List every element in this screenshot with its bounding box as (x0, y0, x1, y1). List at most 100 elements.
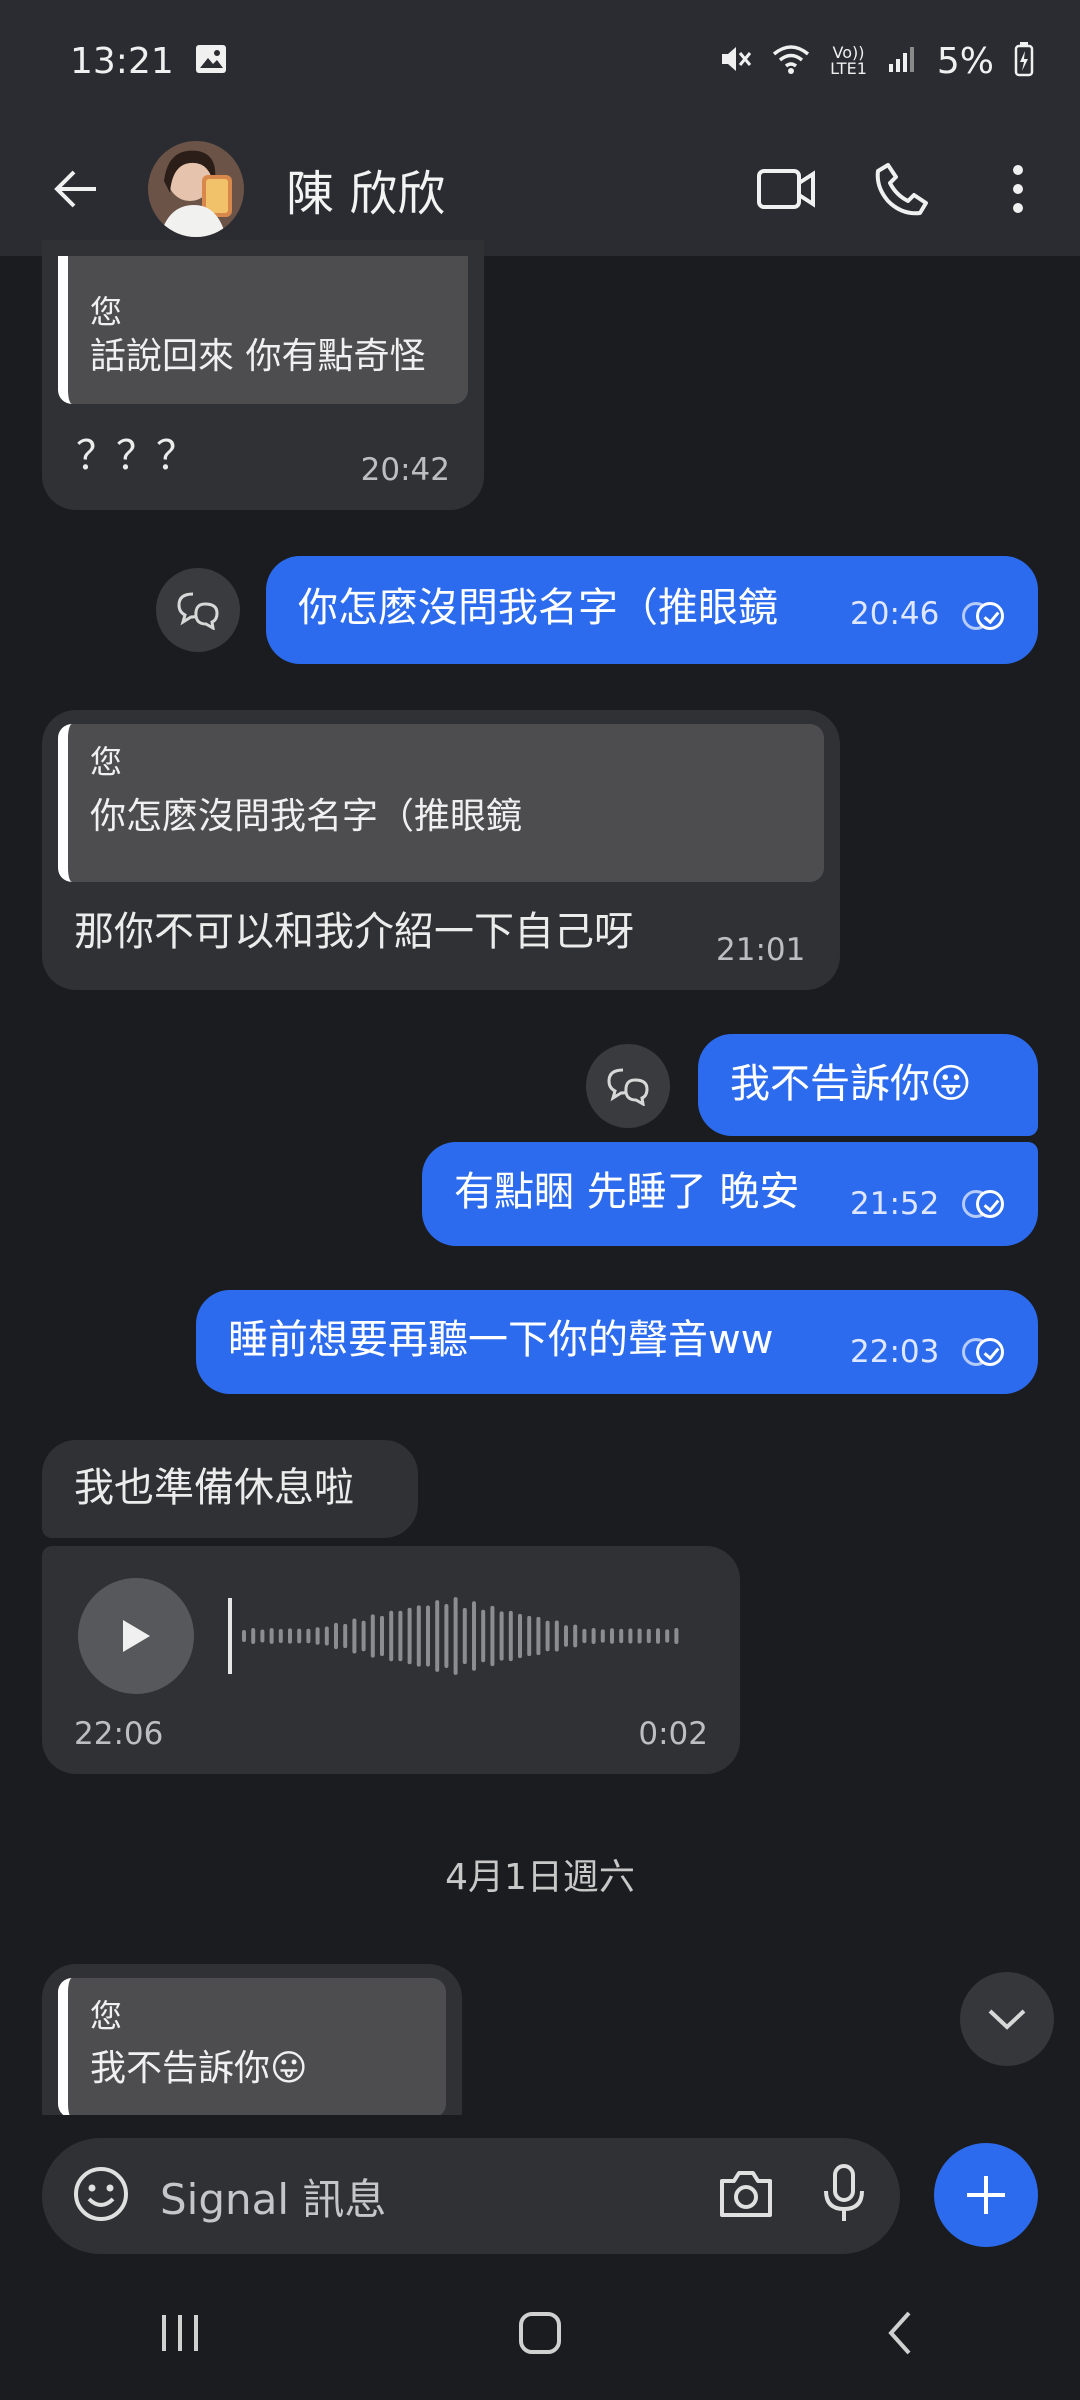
message-incoming[interactable]: 我也準備休息啦 (42, 1440, 418, 1538)
waveform-bar (600, 1629, 605, 1643)
waveform-bar (416, 1605, 421, 1667)
waveform-bar (269, 1628, 274, 1644)
mute-icon (718, 42, 752, 80)
contact-name[interactable]: 陳 欣欣 (286, 154, 748, 224)
waveform-bar (407, 1607, 412, 1665)
date-separator: 4月1日週六 (445, 1857, 635, 1898)
quote-text: 話說回來 你有點奇怪 (90, 336, 426, 377)
waveform-bar (536, 1616, 541, 1656)
signal-icon (887, 44, 917, 78)
read-receipt-icon (962, 600, 1008, 632)
waveform-bar (343, 1623, 348, 1649)
clip-region: 您 我不告訴你😛 (0, 1900, 1080, 2115)
waveform-bar (315, 1627, 320, 1645)
quoted-message[interactable]: 您 話說回來 你有點奇怪 (58, 256, 468, 404)
play-icon (123, 1620, 150, 1652)
quote-author: 您 (90, 743, 123, 781)
plus-icon (967, 2176, 1005, 2214)
quoted-message[interactable]: 您 你怎麽沒問我名字（推眼鏡 (58, 724, 824, 882)
system-nav-bar (0, 2265, 1080, 2400)
recents-button[interactable] (120, 2288, 240, 2378)
waveform-bar (490, 1605, 495, 1667)
waveform-bar (499, 1611, 504, 1661)
waveform-bar (297, 1628, 302, 1644)
tongue-emoji: 😛 (930, 1061, 972, 1107)
message-time: 22:03 (850, 1334, 940, 1370)
message-outgoing[interactable]: 有點睏 先睡了 晚安 21:52 (422, 1142, 1038, 1246)
waveform-bar (564, 1625, 568, 1647)
message-text: 我不告訴你😛 (730, 1061, 972, 1107)
waveform-bar (591, 1628, 596, 1644)
reaction-button[interactable] (586, 1044, 670, 1128)
play-button[interactable] (78, 1578, 194, 1694)
waveform-bar (288, 1628, 292, 1644)
waveform-bar (444, 1604, 449, 1668)
message-outgoing[interactable]: 睡前想要再聽一下你的聲音ww 22:03 (196, 1290, 1038, 1394)
waveform-bar (306, 1628, 311, 1644)
message-outgoing[interactable]: 你怎麽沒問我名字（推眼鏡 20:46 (266, 556, 1038, 664)
message-time: 22:06 (74, 1716, 164, 1752)
home-icon (519, 2311, 561, 2354)
attach-button[interactable] (934, 2143, 1038, 2247)
volte-indicator: Vo)) LTE1 (830, 43, 867, 78)
message-outgoing[interactable]: 我不告訴你😛 (698, 1034, 1038, 1136)
waveform-bar (518, 1613, 522, 1659)
battery-icon (1014, 41, 1034, 81)
waveform-bar (665, 1629, 670, 1643)
message-text: 有點睏 先睡了 晚安 (454, 1169, 800, 1215)
nav-back-icon (888, 2311, 911, 2354)
conversation-header: 陳 欣欣 (0, 122, 1080, 256)
waveform-bar (251, 1628, 256, 1644)
status-bar: 13:21 Vo)) LTE1 5% (0, 0, 1080, 122)
recents-icon (162, 2314, 198, 2351)
waveform-bar (334, 1622, 338, 1650)
audio-waveform[interactable] (228, 1586, 688, 1686)
nav-back-button[interactable] (840, 2288, 960, 2378)
message-text: 我也準備休息啦 (74, 1465, 354, 1511)
message-text: 睡前想要再聽一下你的聲音ww (228, 1317, 774, 1363)
message-time: 20:42 (360, 452, 450, 488)
reaction-button[interactable] (156, 568, 240, 652)
playhead[interactable] (228, 1598, 232, 1674)
message-incoming[interactable]: 您 你怎麽沒問我名字（推眼鏡 那你不可以和我介紹一下自己呀 21:01 (42, 710, 840, 990)
home-button[interactable] (480, 2288, 600, 2378)
quote-author: 您 (90, 1997, 123, 2035)
voice-message[interactable]: 22:06 0:02 (42, 1546, 740, 1774)
more-vert-icon (1013, 165, 1023, 213)
scroll-to-bottom-button[interactable] (960, 1972, 1054, 2066)
chevron-down-icon (988, 2009, 1026, 2030)
message-incoming[interactable]: 您 話說回來 你有點奇怪 ？？？ 20:42 (42, 240, 484, 510)
waveform-bar (370, 1614, 375, 1658)
waveform-bar (508, 1610, 513, 1662)
quote-text: 你怎麽沒問我名字（推眼鏡 (90, 796, 523, 837)
emoji-icon[interactable] (72, 2165, 130, 2227)
waveform-bar (527, 1615, 532, 1657)
waveform-bar (453, 1597, 458, 1675)
waveform-bar (389, 1610, 394, 1662)
wifi-icon (772, 43, 810, 79)
waveform-bar (352, 1618, 357, 1654)
more-options-button[interactable] (980, 151, 1056, 227)
message-text: 你怎麽沒問我名字（推眼鏡 (298, 585, 778, 631)
message-input-placeholder[interactable]: Signal 訊息 (160, 2166, 716, 2227)
message-time: 21:01 (716, 932, 806, 968)
waveform-bar (481, 1609, 486, 1663)
waveform-bar (426, 1605, 430, 1667)
camera-icon[interactable] (716, 2167, 776, 2225)
waveform-bar (398, 1610, 403, 1662)
message-input[interactable]: Signal 訊息 (42, 2138, 900, 2254)
quoted-message[interactable]: 您 我不告訴你😛 (58, 1978, 446, 2115)
message-text: 那你不可以和我介紹一下自己呀 (74, 909, 634, 955)
avatar[interactable] (148, 141, 244, 237)
back-arrow-icon (54, 170, 96, 208)
message-incoming[interactable]: 您 我不告訴你😛 (42, 1964, 462, 2115)
waveform-bar (435, 1600, 440, 1672)
back-button[interactable] (38, 151, 114, 227)
video-call-button[interactable] (748, 151, 824, 227)
waveform-bar (610, 1628, 614, 1644)
waveform-bar (260, 1629, 265, 1643)
voice-call-button[interactable] (864, 151, 940, 227)
waveform-bar (462, 1607, 467, 1665)
video-call-icon (757, 169, 815, 209)
mic-icon[interactable] (822, 2163, 866, 2229)
